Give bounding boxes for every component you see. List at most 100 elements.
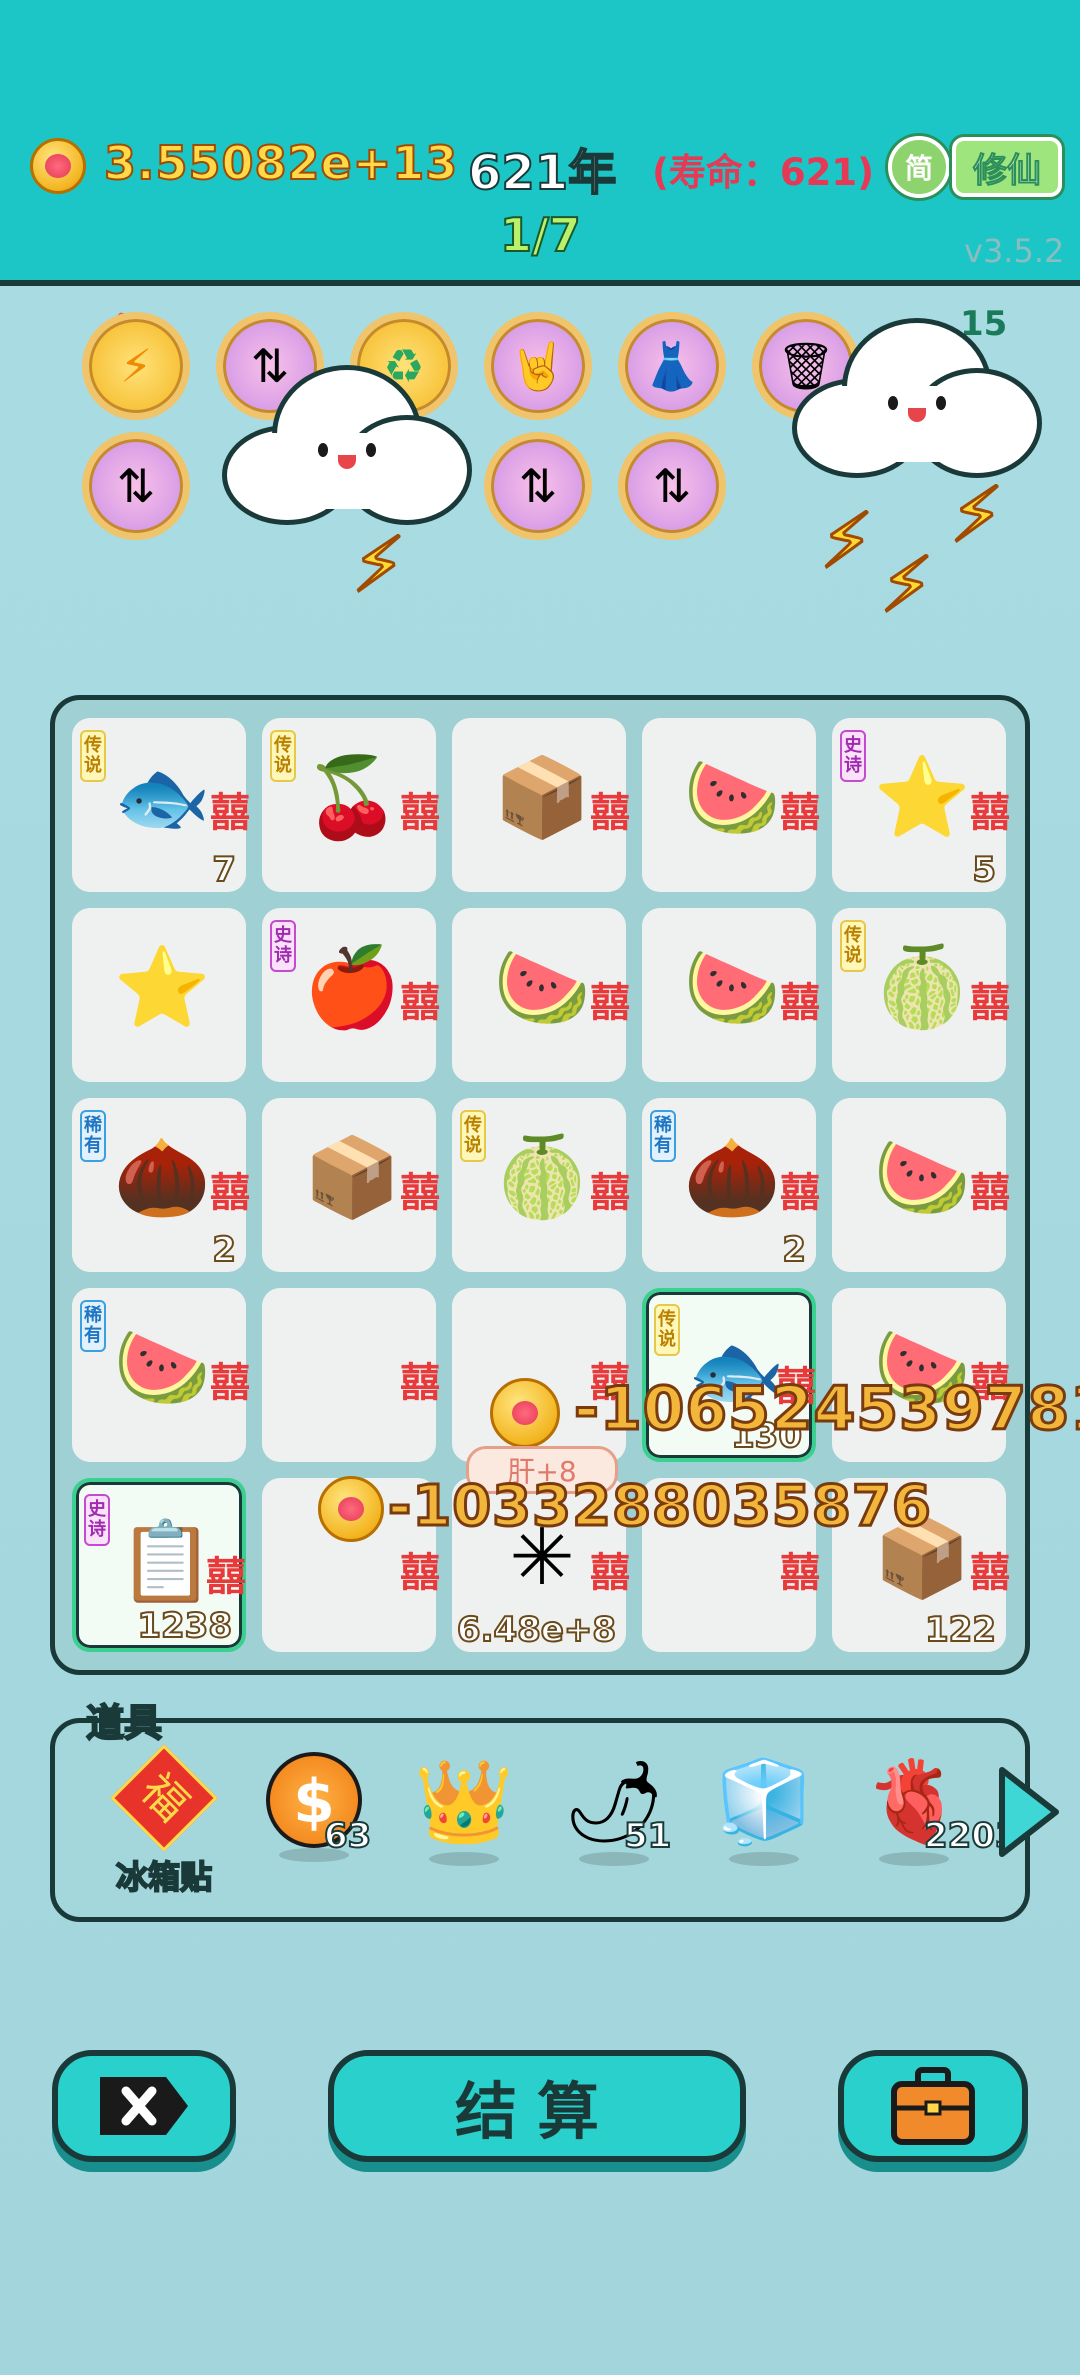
lightning-bolt-icon: ⚡ xyxy=(948,469,1004,561)
double-happiness-mark: 囍 xyxy=(590,980,630,1026)
prop-fridge-sticker[interactable]: 福冰箱贴 xyxy=(104,1744,224,1897)
double-happiness-mark: 囍 xyxy=(400,1550,440,1596)
rarity-tag: 传说 xyxy=(270,730,296,782)
brown-nut-icon: 🌰 xyxy=(683,1133,781,1223)
double-happiness-mark: 囍 xyxy=(780,1170,820,1216)
cardboard-box-icon: 📦 xyxy=(303,1133,401,1223)
board-cell-cardboard-box[interactable]: 📦 囍 xyxy=(262,1098,440,1272)
double-happiness-mark: 囍 xyxy=(970,980,1010,1026)
watermelon-slice-icon: 🍉 xyxy=(113,1323,211,1413)
money-delta-2: -1033288035876 xyxy=(387,1473,933,1541)
version-label: v3.5.2 xyxy=(964,232,1065,270)
rarity-tag: 传说 xyxy=(654,1304,680,1356)
crowned-koi-fish-icon: 🐟 xyxy=(113,753,211,843)
double-happiness-mark: 囍 xyxy=(210,790,250,836)
watermelon-slice-icon: 🍉 xyxy=(873,1133,971,1223)
board-cell-star-pile[interactable]: ⭐ xyxy=(72,908,246,1082)
prop-crown[interactable]: 👑 xyxy=(404,1752,524,1892)
rarity-tag: 稀有 xyxy=(80,1300,106,1352)
double-happiness-mark: 囍 xyxy=(400,790,440,836)
lightning-icon[interactable]: ⚡ xyxy=(82,312,190,420)
fridge-picture-icon: 🧊 xyxy=(714,1755,814,1848)
simplified-chinese-toggle[interactable]: 简 xyxy=(888,136,950,198)
whole-watermelon-icon: 🍈 xyxy=(493,1133,591,1223)
rarity-tag: 传说 xyxy=(460,1110,486,1162)
watermelon-slice-icon: 🍉 xyxy=(683,943,781,1033)
rock-hand-icon[interactable]: 🤘 xyxy=(484,312,592,420)
double-happiness-mark: 囍 xyxy=(206,1554,246,1600)
lifespan-label: (寿命：621) xyxy=(652,151,875,194)
cultivate-button[interactable]: 修仙 xyxy=(952,137,1062,197)
lightning-bolt-icon: ⚡ xyxy=(818,495,874,587)
double-happiness-mark: 囍 xyxy=(400,1170,440,1216)
lightning-bolt-icon: ⚡ xyxy=(350,519,406,611)
gold-coin-icon xyxy=(30,138,86,194)
board-cell-watermelon-slice[interactable]: 🍉 囍 xyxy=(452,908,630,1082)
rarity-tag: 稀有 xyxy=(650,1110,676,1162)
item-count: 2 xyxy=(211,1229,237,1271)
prop-count: 51 xyxy=(623,1815,672,1857)
board-cell-star-pile[interactable]: ⭐ 史诗囍 5 xyxy=(832,718,1010,892)
prop-count: 63 xyxy=(323,1815,372,1857)
crown-icon: 👑 xyxy=(414,1755,514,1848)
stage-indicator: 1/7 xyxy=(499,207,582,263)
potion-swap-icon[interactable]: ⇅ xyxy=(82,432,190,540)
prop-chili-pepper[interactable]: 🌶 51 xyxy=(554,1752,674,1892)
board-cell-whole-watermelon[interactable]: 🍈 传说囍 xyxy=(832,908,1010,1082)
prop-fridge-picture[interactable]: 🧊 xyxy=(704,1752,824,1892)
potion-swap-icon[interactable]: ⇅ xyxy=(484,432,592,540)
watermelon-slice-icon: 🍉 xyxy=(683,753,781,843)
exit-button[interactable] xyxy=(52,2050,236,2162)
double-happiness-mark: 囍 xyxy=(780,980,820,1026)
board-cell-brown-nut[interactable]: 🌰 稀有囍 2 xyxy=(642,1098,820,1272)
board-cell-watermelon-slice[interactable]: 🍉 囍 xyxy=(832,1098,1010,1272)
briefcase-icon xyxy=(891,2067,975,2145)
props-title: 道具 xyxy=(85,1700,163,1746)
potion-swap-icon[interactable]: ⇅ xyxy=(618,432,726,540)
board-cell-copy-paste-crown[interactable]: 📋 史诗囍 1238 xyxy=(72,1478,246,1652)
double-happiness-mark: 囍 xyxy=(590,1550,630,1596)
board-cell-longan-fruit[interactable]: 🍒 传说囍 xyxy=(262,718,440,892)
board-cell-red-apple[interactable]: 🍎 史诗囍 xyxy=(262,908,440,1082)
board-cell-whole-watermelon[interactable]: 🍈 传说囍 xyxy=(452,1098,630,1272)
item-count: 5 xyxy=(971,849,997,891)
money-counter: 3.55082e+13 xyxy=(103,135,459,191)
rarity-tag: 传说 xyxy=(80,730,106,782)
double-happiness-mark: 囍 xyxy=(400,980,440,1026)
scroll-right-arrow-icon[interactable] xyxy=(994,1762,1064,1862)
board-cell-empty-cell[interactable]: 囍 xyxy=(262,1288,440,1462)
prop-label: 冰箱贴 xyxy=(115,1857,213,1897)
board-cell-crowned-koi-fish[interactable]: 🐟 传说囍 7 xyxy=(72,718,250,892)
item-count: 1238 xyxy=(136,1605,233,1647)
board-cell-watermelon-slice[interactable]: 🍉 囍 xyxy=(642,718,820,892)
inventory-button[interactable] xyxy=(838,2050,1028,2162)
prop-liver[interactable]: 🫀 2203 xyxy=(854,1752,1020,1892)
double-happiness-mark: 囍 xyxy=(400,1360,440,1406)
board-cell-watermelon-slice[interactable]: 🍉 稀有囍 xyxy=(72,1288,250,1462)
lightning-bolt-icon: ⚡ xyxy=(878,539,934,631)
board-cell-cardboard-box[interactable]: 📦 囍 xyxy=(452,718,630,892)
prop-gold-coin[interactable]: $63 xyxy=(254,1752,374,1892)
close-icon xyxy=(100,2077,188,2135)
brown-nut-icon: 🌰 xyxy=(113,1133,211,1223)
item-count: 6.48e+8 xyxy=(456,1609,617,1651)
cloud-mascot-icon xyxy=(222,365,472,525)
cloud-mascot-icon xyxy=(792,318,1042,478)
double-happiness-mark: 囍 xyxy=(590,1170,630,1216)
red-apple-icon: 🍎 xyxy=(303,943,401,1033)
gold-coin-icon xyxy=(318,1476,384,1542)
year-counter: 621年 xyxy=(467,144,617,202)
skirt-icon[interactable]: 👗 xyxy=(618,312,726,420)
double-happiness-mark: 囍 xyxy=(970,790,1010,836)
board-cell-brown-nut[interactable]: 🌰 稀有囍 2 xyxy=(72,1098,250,1272)
rarity-tag: 传说 xyxy=(840,920,866,972)
rarity-tag: 史诗 xyxy=(84,1494,110,1546)
double-happiness-mark: 囍 xyxy=(210,1170,250,1216)
settle-label: 结算 xyxy=(454,2075,619,2148)
board-cell-watermelon-slice[interactable]: 🍉 囍 xyxy=(642,908,820,1082)
settle-button[interactable]: 结算 xyxy=(328,2050,746,2162)
item-count: 7 xyxy=(211,849,237,891)
prop-shadow xyxy=(729,1852,799,1866)
watermelon-slice-icon: 🍉 xyxy=(493,943,591,1033)
prop-shadow xyxy=(429,1852,499,1866)
